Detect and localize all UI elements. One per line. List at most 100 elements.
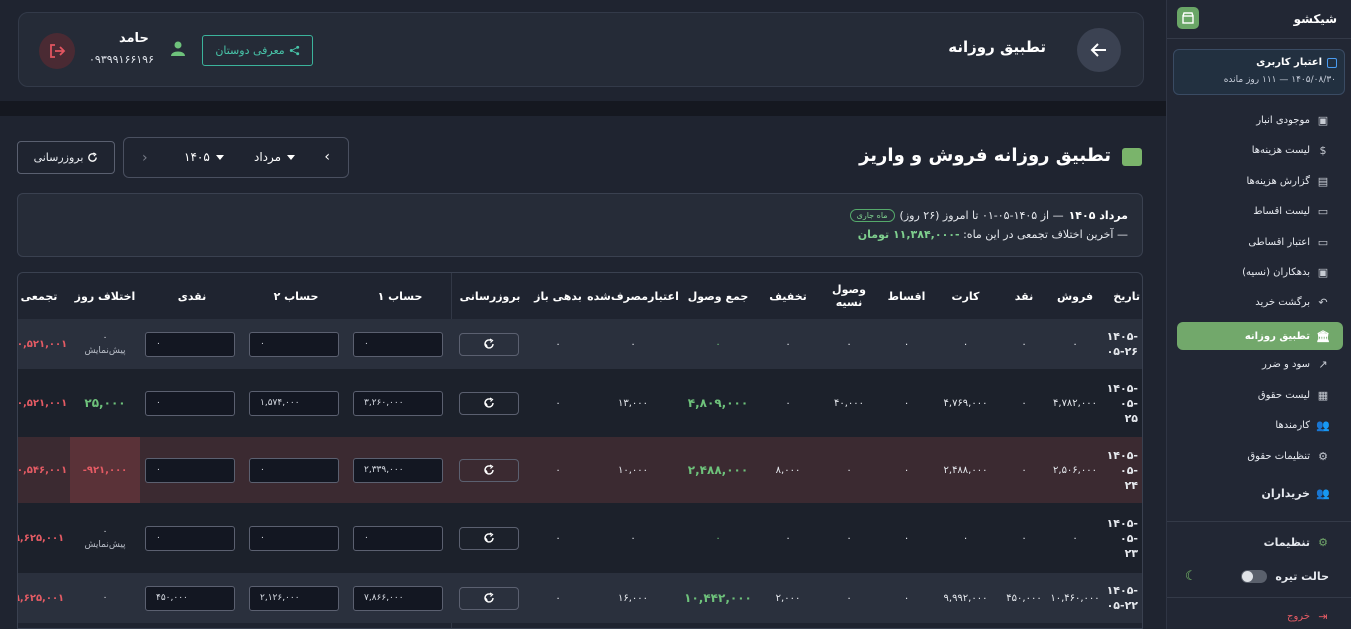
row-refresh-button[interactable] xyxy=(459,586,519,610)
input-cashin[interactable]: ۴۵۰,۰۰۰ xyxy=(145,585,235,611)
col-header-cum: تجمعی xyxy=(20,289,58,303)
sidebar-item-settings[interactable]: تنظیمات ⚙ xyxy=(1177,529,1343,555)
dark-mode-toggle[interactable] xyxy=(1241,569,1268,583)
cell-inst: ۰ xyxy=(903,338,910,350)
diff-value: -۹۲۱,۰۰۰ xyxy=(82,464,128,476)
input-cashin[interactable]: ۰ xyxy=(145,331,235,357)
month-select[interactable]: مرداد xyxy=(254,150,296,164)
cell-credit: ۱۰,۰۰۰ xyxy=(617,464,649,476)
sidebar-item-6[interactable]: برگشت خرید ↶ xyxy=(1177,289,1343,315)
input-acc1[interactable]: ۳,۲۶۰,۰۰۰ xyxy=(353,390,443,416)
cell-debt: ۰ xyxy=(555,397,561,409)
cell-total: ۱۰,۴۴۲,۰۰۰ xyxy=(684,591,752,605)
sidebar-item-label: موجودی انبار xyxy=(1256,114,1310,126)
sidebar-item-label: تنظیمات xyxy=(1263,535,1310,549)
sidebar: شیکشو اعتبار کاربری ۱۴۰۵/۰۸/۳۰ — ۱۱۱ روز… xyxy=(1166,0,1351,629)
col-header-cash: نقد xyxy=(1014,289,1034,303)
col-header-acc1: حساب ۱ xyxy=(377,289,423,303)
sidebar-item-10[interactable]: کارمندها 👥 xyxy=(1177,412,1343,438)
credit-subtitle: ۱۴۰۵/۰۸/۳۰ — ۱۱۱ روز مانده xyxy=(1223,75,1336,85)
table-row: ۱۴۰۵- ۰۵- ۲۵ ۴,۷۸۲,۰۰۰ ۰ ۴,۷۶۹,۰۰۰ ۰ ۴۰,۰۰۰ ۰ ۱… xyxy=(17,369,1142,437)
cell-inst: ۰ xyxy=(903,397,910,409)
cell-sale: ۰ xyxy=(1072,338,1078,350)
input-acc2[interactable]: ۰ xyxy=(249,525,339,551)
cell-diff: ۰ xyxy=(70,573,140,623)
sidebar-item-2[interactable]: گزارش هزینه‌ها ▤ xyxy=(1177,168,1343,194)
cell-sale: ۴,۷۸۲,۰۰۰ xyxy=(1053,397,1097,409)
cell-cum: ۹,۶۲۵,۰۰۱ xyxy=(17,592,65,604)
col-header-collect: وصول نسیه xyxy=(832,283,866,309)
diff-value: ۲۵,۰۰۰ xyxy=(84,396,126,410)
col-header-inst: اقساط xyxy=(887,289,926,303)
refresh-icon xyxy=(484,592,494,603)
cell-total: ۲,۴۸۸,۰۰۰ xyxy=(687,463,749,477)
sidebar-item-4[interactable]: اعتبار اقساطی ▭ xyxy=(1177,229,1343,255)
header-divider xyxy=(0,101,1166,116)
dark-mode-toggle-row[interactable]: ☾ حالت تیره xyxy=(1177,563,1343,589)
invite-friends-button[interactable]: معرفی دوستان xyxy=(202,35,313,66)
row-date: ۱۴۰۵- ۰۵- ۲۳ xyxy=(1106,516,1138,560)
table-row: ۱۴۰۵- ۰۵- ۲۳ ۰ ۰ ۰ ۰ ۰ ۰ ۰ ۰ ۰ ۰ ۰ ۰ ۰ پیش‌نمایش ۹,۶۲۵,… xyxy=(18,503,1142,573)
cell-discount: ۰ xyxy=(785,397,791,409)
cell-cum: ۱۰,۵۲۱,۰۰۱ xyxy=(17,338,68,350)
gear-icon: ⚙ xyxy=(1318,535,1328,549)
next-month-button[interactable]: › xyxy=(142,150,148,166)
back-button[interactable] xyxy=(1077,28,1121,72)
row-refresh-button[interactable] xyxy=(459,458,519,482)
input-cashin[interactable]: ۰ xyxy=(145,457,235,483)
input-acc1[interactable]: ۲,۳۳۹,۰۰۰ xyxy=(353,457,443,483)
row-refresh-button[interactable] xyxy=(459,526,519,550)
cell-card: ۴,۷۶۹,۰۰۰ xyxy=(943,397,988,409)
row-refresh-button[interactable] xyxy=(459,391,519,415)
sidebar-item-5[interactable]: بدهکاران (نسیه) ▣ xyxy=(1177,259,1343,285)
input-acc1[interactable]: ۷,۸۶۶,۰۰۰ xyxy=(353,585,443,611)
cell-collect: ۰ xyxy=(846,532,852,544)
sidebar-item-8[interactable]: سود و ضرر ↗ xyxy=(1177,351,1343,377)
sidebar-item-3[interactable]: لیست اقساط ▭ xyxy=(1177,198,1343,224)
input-cashin[interactable]: ۰ xyxy=(145,525,235,551)
refresh-button[interactable]: بروزرسانی xyxy=(17,141,115,174)
sidebar-item-label: خریداران xyxy=(1261,486,1310,500)
input-acc1[interactable]: ۰ xyxy=(353,331,443,357)
cell-cash: ۰ xyxy=(1021,464,1027,476)
cell-card: ۹,۹۹۲,۰۰۰ xyxy=(943,592,988,604)
cell-cash: ۴۵۰,۰۰۰ xyxy=(1006,592,1042,604)
invite-label: معرفی دوستان xyxy=(215,44,285,57)
table-row: ۱۴۰۵- ۰۵- ۲۴ ۲,۵۰۶,۰۰۰ ۰ ۲,۴۸۸,۰۰۰ ۰ ۰ ۸,۰۰۰ ۱۰… xyxy=(18,437,1142,503)
refresh-label: بروزرسانی xyxy=(33,151,84,164)
preview-note: پیش‌نمایش xyxy=(84,345,126,356)
diff-value: ۰ xyxy=(102,526,108,537)
sidebar-item-11[interactable]: تنظیمات حقوق ⚙ xyxy=(1177,443,1343,469)
cell-debt: ۰ xyxy=(555,338,561,350)
sidebar-item-label: تنظیمات حقوق xyxy=(1247,450,1310,462)
input-acc2[interactable]: ۰ xyxy=(249,331,339,357)
input-acc2[interactable]: ۱,۵۷۴,۰۰۰ xyxy=(249,390,339,416)
people-icon: 👥 xyxy=(1316,418,1330,432)
diff-value: ۰ xyxy=(102,593,108,603)
cell-credit: ۰ xyxy=(630,532,636,544)
cell-credit: ۰ xyxy=(630,338,636,350)
sidebar-item-1[interactable]: لیست هزینه‌ها $ xyxy=(1177,137,1343,163)
sidebar-item-label: برگشت خرید xyxy=(1255,296,1310,308)
cell-date: ۱۴۰۵- ۰۵-۲۶ xyxy=(1100,319,1142,369)
year-select[interactable]: ۱۴۰۵ xyxy=(184,150,224,164)
credit-card[interactable]: اعتبار کاربری ۱۴۰۵/۰۸/۳۰ — ۱۱۱ روز مانده xyxy=(1173,49,1345,95)
input-acc2[interactable]: ۲,۱۲۶,۰۰۰ xyxy=(249,585,339,611)
store-logo-icon xyxy=(1177,7,1199,29)
sidebar-item-9[interactable]: لیست حقوق ▦ xyxy=(1177,382,1343,408)
sidebar-item-0[interactable]: موجودی انبار ▣ xyxy=(1177,107,1343,133)
input-cashin[interactable]: ۰ xyxy=(145,390,235,416)
sidebar-item-12[interactable]: خریداران 👥 xyxy=(1177,480,1343,506)
row-refresh-button[interactable] xyxy=(459,332,519,356)
header-logout-button[interactable] xyxy=(39,33,75,69)
user-phone: ۰۹۳۹۹۱۶۶۱۹۶ xyxy=(89,53,154,66)
input-acc2[interactable]: ۰ xyxy=(249,457,339,483)
sidebar-item-7[interactable]: تطبیق روزانه 🏛 xyxy=(1177,322,1343,350)
logout-link[interactable]: خروج ⇥ xyxy=(1177,603,1343,629)
input-acc1[interactable]: ۰ xyxy=(353,525,443,551)
cell-date: ۱۴۰۵- ۰۵-۲۲ xyxy=(1100,573,1142,623)
col-header-card: کارت xyxy=(951,289,980,303)
cell-cum: ۱۰,۵۲۱,۰۰۱ xyxy=(17,397,68,409)
prev-month-button[interactable]: ‹ xyxy=(324,149,330,165)
cell-card: ۰ xyxy=(962,338,969,350)
